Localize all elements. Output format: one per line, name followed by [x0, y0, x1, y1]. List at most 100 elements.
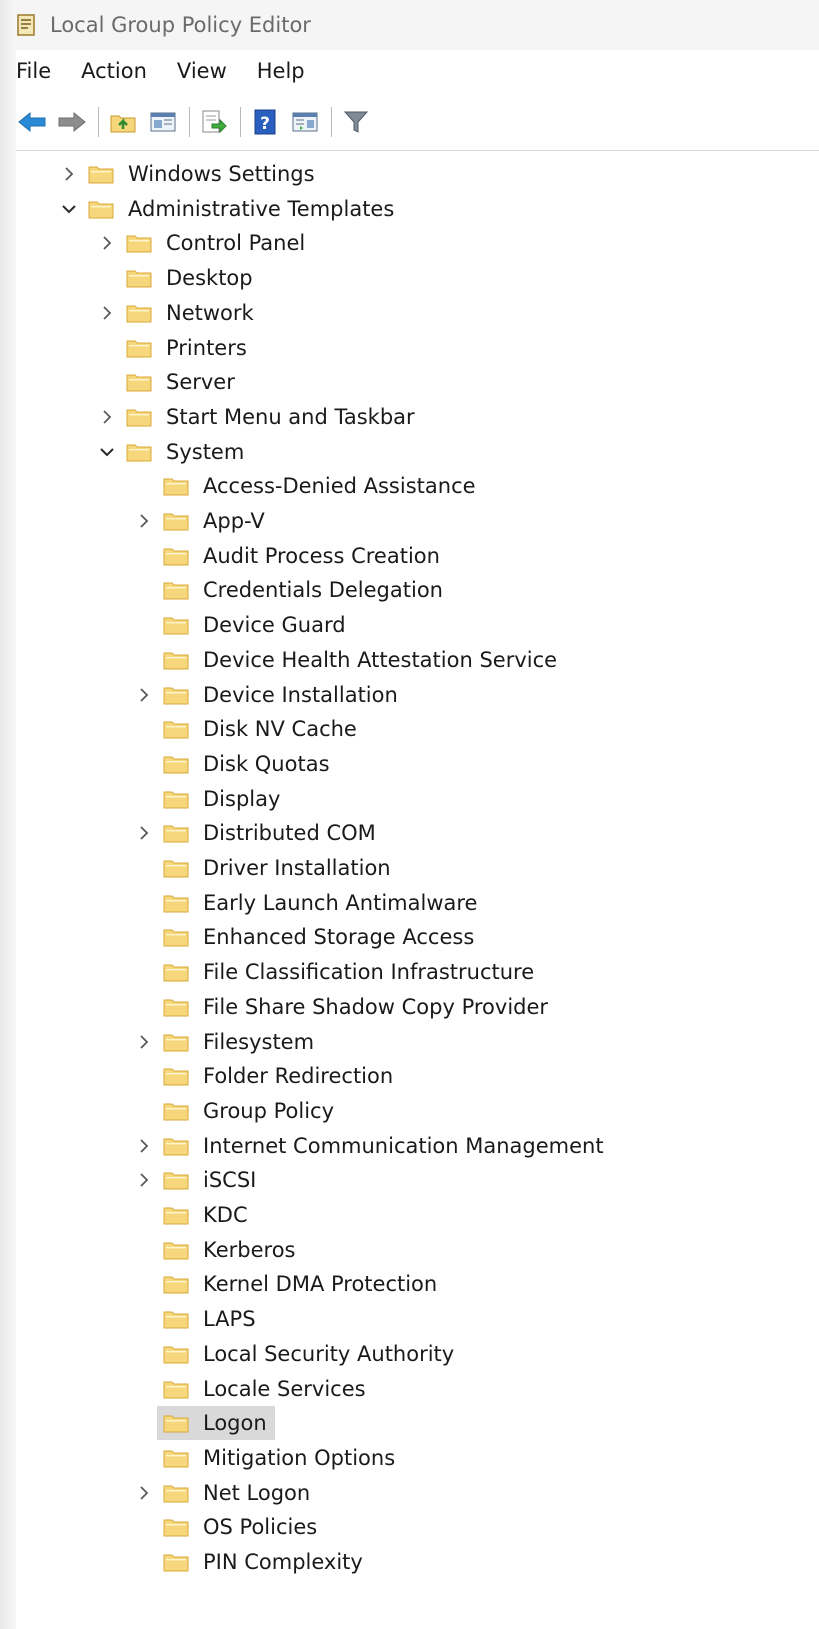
tree-item-content: File Classification Infrastructure [157, 955, 542, 989]
chevron-right-icon[interactable] [131, 1129, 157, 1163]
tree-item[interactable]: Device Installation [131, 678, 406, 712]
tree-item-label: App-V [203, 509, 265, 533]
tree-item[interactable]: Credentials Delegation [131, 573, 451, 607]
tree-item[interactable]: Disk NV Cache [131, 712, 365, 746]
tree-item-content: Local Security Authority [157, 1337, 462, 1371]
tree-item[interactable]: Internet Communication Management [131, 1129, 612, 1163]
tree-item[interactable]: Device Health Attestation Service [131, 643, 565, 677]
tree-item[interactable]: LAPS [131, 1302, 264, 1336]
folder-icon [163, 580, 189, 600]
back-arrow-icon[interactable] [16, 106, 48, 138]
tree-item[interactable]: Display [131, 782, 288, 816]
tree-item[interactable]: Driver Installation [131, 851, 399, 885]
tree-item[interactable]: Net Logon [131, 1476, 318, 1510]
tree-item-label: KDC [203, 1203, 248, 1227]
tree-item[interactable]: Start Menu and Taskbar [94, 400, 423, 434]
tree-item[interactable]: Access-Denied Assistance [131, 469, 484, 503]
chevron-right-icon[interactable] [94, 296, 120, 330]
expander-placeholder [131, 1059, 157, 1093]
chevron-right-icon[interactable] [131, 504, 157, 538]
tree-item[interactable]: Audit Process Creation [131, 539, 448, 573]
show-hide-tree-icon[interactable] [147, 106, 179, 138]
filter-icon[interactable] [340, 106, 372, 138]
export-list-icon[interactable] [198, 106, 230, 138]
tree-item[interactable]: iSCSI [131, 1163, 264, 1197]
chevron-right-icon[interactable] [94, 400, 120, 434]
tree-item-content: Display [157, 782, 288, 816]
folder-icon [163, 1170, 189, 1190]
tree-item-content: Folder Redirection [157, 1059, 401, 1093]
up-folder-icon[interactable] [107, 106, 139, 138]
folder-icon [163, 1032, 189, 1052]
tree-item[interactable]: Filesystem [131, 1025, 322, 1059]
tree-item[interactable]: Administrative Templates [56, 192, 402, 226]
tree-item-label: Desktop [166, 266, 253, 291]
folder-icon [163, 1136, 189, 1156]
tree-item[interactable]: Distributed COM [131, 816, 384, 850]
chevron-down-icon[interactable] [56, 192, 82, 226]
tree-item-label: Distributed COM [203, 821, 376, 846]
tree-item[interactable]: Mitigation Options [131, 1441, 403, 1475]
expander-placeholder [131, 747, 157, 781]
chevron-right-icon[interactable] [131, 1476, 157, 1510]
tree-item-content: Credentials Delegation [157, 573, 451, 607]
expander-placeholder [131, 1094, 157, 1128]
tree-item[interactable]: Printers [94, 331, 255, 365]
tree-item[interactable]: Logon [131, 1406, 275, 1441]
tree-item[interactable]: System [94, 435, 252, 469]
tree-item[interactable]: Folder Redirection [131, 1059, 401, 1093]
chevron-down-icon[interactable] [94, 435, 120, 469]
forward-arrow-icon[interactable] [56, 106, 88, 138]
tree-item[interactable]: OS Policies [131, 1510, 325, 1544]
help-icon[interactable]: ? [249, 106, 281, 138]
folder-icon [163, 1205, 189, 1225]
tree-item-label: Server [166, 370, 235, 395]
tree-item-content: LAPS [157, 1302, 264, 1336]
tree-item[interactable]: Windows Settings [56, 157, 323, 191]
expander-placeholder [131, 886, 157, 920]
menu-help[interactable]: Help [257, 59, 321, 83]
tree-item-label: Logon [203, 1411, 267, 1436]
chevron-right-icon[interactable] [56, 157, 82, 191]
menu-bar: File Action View Help [16, 50, 819, 92]
folder-icon [88, 164, 114, 184]
tree-item[interactable]: Network [94, 296, 262, 330]
show-hide-action-pane-icon[interactable] [289, 106, 321, 138]
tree-item[interactable]: App-V [131, 504, 273, 538]
chevron-right-icon[interactable] [94, 226, 120, 260]
window-title: Local Group Policy Editor [50, 13, 311, 37]
tree-item-content: Driver Installation [157, 851, 399, 885]
chevron-right-icon[interactable] [131, 816, 157, 850]
title-bar: Local Group Policy Editor [16, 0, 819, 50]
menu-file[interactable]: File [16, 59, 67, 83]
tree-item-content: PIN Complexity [157, 1545, 371, 1579]
tree-item[interactable]: Early Launch Antimalware [131, 886, 485, 920]
svg-text:?: ? [260, 114, 270, 134]
tree-item[interactable]: File Share Shadow Copy Provider [131, 990, 556, 1024]
menu-action[interactable]: Action [81, 59, 163, 83]
tree-item[interactable]: Disk Quotas [131, 747, 338, 781]
folder-icon [126, 303, 152, 323]
folder-icon [126, 338, 152, 358]
tree-item[interactable]: Device Guard [131, 608, 354, 642]
tree-item[interactable]: Server [94, 365, 243, 399]
chevron-right-icon[interactable] [131, 1163, 157, 1197]
tree-item[interactable]: Local Security Authority [131, 1337, 462, 1371]
tree-item[interactable]: File Classification Infrastructure [131, 955, 542, 989]
chevron-right-icon[interactable] [131, 1025, 157, 1059]
tree-item-content: Server [120, 365, 243, 399]
tree-item[interactable]: PIN Complexity [131, 1545, 371, 1579]
tree-item[interactable]: Kerberos [131, 1233, 304, 1267]
tree-item[interactable]: Desktop [94, 261, 261, 295]
tree-item[interactable]: Group Policy [131, 1094, 342, 1128]
tree-item[interactable]: Control Panel [94, 226, 313, 260]
tree-item[interactable]: Enhanced Storage Access [131, 920, 482, 954]
expander-placeholder [94, 365, 120, 399]
tree-item-label: Kerberos [203, 1237, 296, 1262]
menu-view[interactable]: View [177, 59, 243, 83]
tree-item[interactable]: Locale Services [131, 1372, 374, 1406]
chevron-right-icon[interactable] [131, 678, 157, 712]
folder-icon [163, 1066, 189, 1086]
tree-item[interactable]: KDC [131, 1198, 256, 1232]
tree-item[interactable]: Kernel DMA Protection [131, 1267, 445, 1301]
